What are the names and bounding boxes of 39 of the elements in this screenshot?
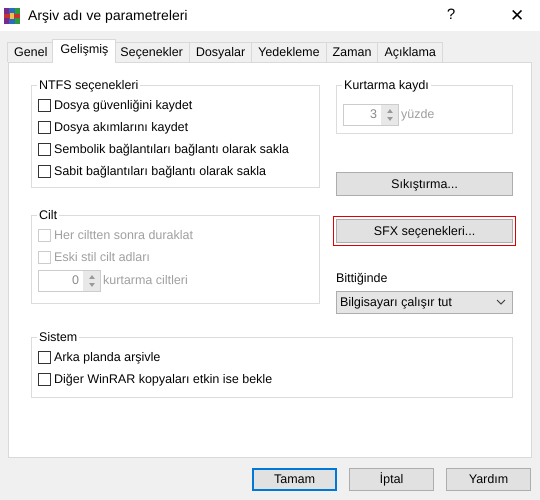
checkbox[interactable] (38, 373, 51, 386)
tab[interactable]: Genel (7, 42, 54, 62)
checkbox[interactable] (38, 143, 51, 156)
help-button[interactable]: ? (436, 4, 466, 27)
checkbox[interactable] (38, 121, 51, 134)
dialog-button[interactable]: Tamam (252, 468, 337, 491)
checkbox[interactable] (38, 99, 51, 112)
tab[interactable]: Seçenekler (113, 42, 190, 62)
group-title: NTFS seçenekleri (38, 77, 140, 94)
dropdown[interactable]: Bilgisayarı çalışır tut (336, 290, 513, 314)
checkbox[interactable] (38, 351, 51, 364)
dialog-button[interactable]: İptal (349, 468, 434, 491)
checkbox-label: Sabit bağlantıları bağlantı olarak sakla (54, 163, 266, 180)
spin-arrows-icon (381, 104, 398, 125)
checkbox-label: Dosya akımlarını kaydet (54, 119, 188, 136)
dropdown-label: Bittiğinde (336, 270, 388, 287)
spin-label: kurtarma ciltleri (103, 272, 188, 290)
dialog-button[interactable]: SFX seçenekleri... (336, 219, 513, 243)
checkbox-label: Eski stil cilt adları (54, 249, 150, 266)
close-button[interactable]: ✕ (494, 2, 540, 28)
dialog-button[interactable]: Yardım (446, 468, 531, 491)
checkbox-label: Her ciltten sonra duraklat (54, 227, 193, 244)
checkbox[interactable] (38, 165, 51, 178)
group-title: Sistem (38, 328, 78, 346)
tab[interactable]: Gelişmiş (52, 39, 116, 63)
spin-arrows-icon (83, 270, 100, 291)
app-icon (4, 8, 20, 24)
group-title: Kurtarma kaydı (343, 77, 430, 94)
chevron-icon (496, 299, 506, 306)
group-title: Cilt (38, 207, 58, 224)
tab[interactable]: Açıklama (377, 42, 443, 62)
dialog-button[interactable]: Sıkıştırma... (336, 172, 513, 196)
spin-label: yüzde (401, 106, 434, 124)
window-title: Arşiv adı ve parametreleri (28, 6, 188, 25)
tab[interactable]: Dosyalar (188, 42, 252, 62)
checkbox-label: Diğer WinRAR kopyaları etkin ise bekle (54, 371, 272, 388)
checkbox-label: Sembolik bağlantıları bağlantı olarak sakla (54, 141, 289, 158)
checkbox-label: Dosya güvenliğini kaydet (54, 97, 192, 114)
checkbox-label: Arka planda arşivle (54, 349, 160, 366)
